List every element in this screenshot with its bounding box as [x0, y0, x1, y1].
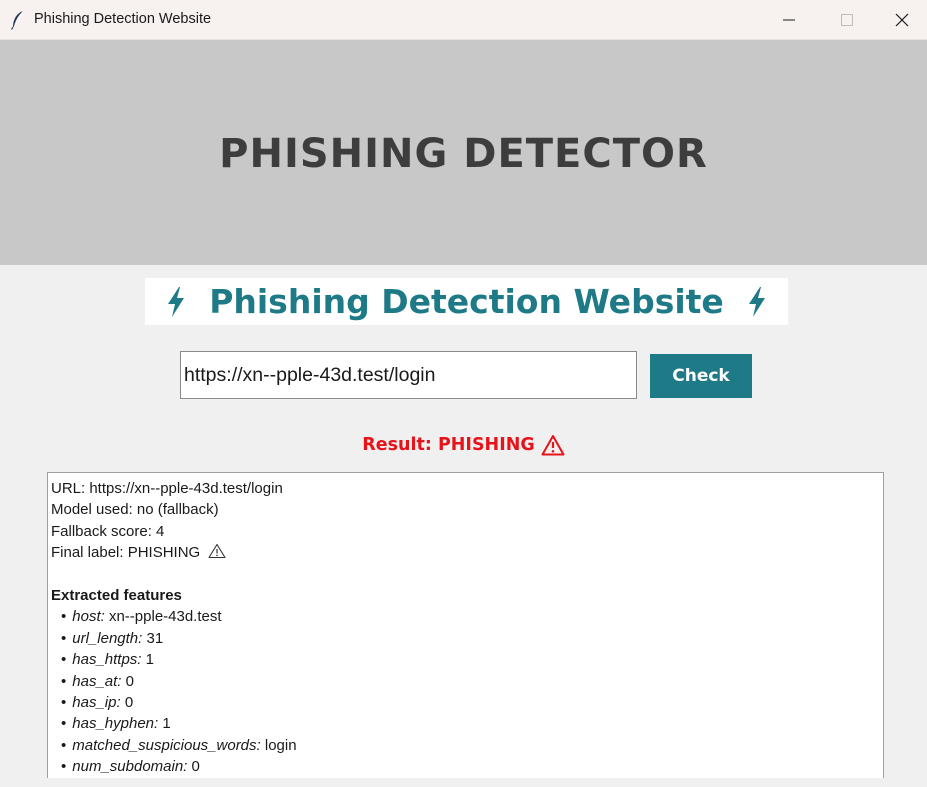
header-banner: PHISHING DETECTOR — [0, 40, 927, 265]
lightning-bolt-icon — [748, 286, 765, 317]
feature-item: • has_at: 0 — [51, 671, 883, 692]
feature-value: 0 — [124, 693, 134, 711]
detail-url-line: URL: https://xn--pple-43d.test/login — [51, 480, 283, 497]
bullet: • — [61, 672, 67, 690]
check-button[interactable]: Check — [650, 354, 752, 398]
feature-value: login — [264, 736, 297, 754]
feature-key: has_at: — [72, 672, 122, 690]
subtitle-heading: Phishing Detection Website — [145, 278, 788, 325]
url-input[interactable] — [180, 351, 637, 399]
feature-value: xn--pple-43d.test — [108, 608, 222, 626]
feature-key: url_length: — [72, 629, 143, 647]
feature-item: • matched_suspicious_words: login — [51, 735, 883, 756]
minimize-icon — [783, 19, 795, 21]
feature-value: 31 — [146, 629, 164, 647]
bullet: • — [61, 758, 67, 776]
feature-key: has_hyphen: — [72, 715, 159, 733]
bullet: • — [61, 693, 67, 711]
detail-model-line: Model used: no (fallback) — [51, 501, 219, 519]
maximize-icon — [841, 14, 853, 26]
result-text: Result: PHISHING — [362, 435, 535, 455]
warning-icon — [541, 435, 565, 456]
window-title: Phishing Detection Website — [34, 11, 212, 27]
feather-icon — [10, 10, 24, 30]
detail-label-text: Final label: PHISHING — [51, 544, 201, 562]
feature-value: 0 — [191, 758, 200, 776]
features-heading: Extracted features — [51, 586, 182, 604]
lightning-bolt-icon — [168, 286, 185, 317]
bullet: • — [61, 715, 67, 733]
feature-item: • url_length: 31 — [51, 628, 883, 649]
bullet: • — [61, 629, 67, 647]
feature-key: host: — [72, 608, 105, 626]
bullet: • — [61, 608, 67, 626]
detail-score-line: Fallback score: 4 — [51, 522, 165, 540]
feature-item: • host: xn--pple-43d.test — [51, 606, 883, 627]
details-panel[interactable]: URL: https://xn--pple-43d.test/login Mod… — [47, 472, 884, 778]
feature-value: 0 — [125, 672, 134, 690]
feature-item: • has_https: 1 — [51, 649, 883, 670]
feature-key: has_ip: — [72, 693, 121, 711]
feature-item: • num_subdomain: 0 — [51, 756, 883, 777]
bullet: • — [61, 651, 67, 669]
window-titlebar: Phishing Detection Website — [0, 0, 927, 40]
feature-item: • has_hyphen: 1 — [51, 713, 883, 734]
minimize-button[interactable] — [760, 0, 818, 40]
bullet: • — [61, 736, 67, 754]
feature-value: 1 — [162, 715, 171, 733]
warning-icon — [208, 544, 226, 559]
close-button[interactable] — [876, 0, 927, 40]
subtitle-text: Phishing Detection Website — [209, 282, 724, 321]
feature-key: num_subdomain: — [72, 758, 188, 776]
feature-item: • has_ip: 0 — [51, 692, 883, 713]
detail-label-line: Final label: PHISHING — [51, 542, 883, 563]
banner-title: PHISHING DETECTOR — [219, 130, 708, 177]
feature-key: matched_suspicious_words: — [72, 736, 261, 754]
maximize-button[interactable] — [818, 0, 876, 40]
feature-key: has_https: — [72, 651, 142, 669]
feature-value: 1 — [145, 651, 154, 669]
close-icon — [895, 13, 908, 27]
result-status: Result: PHISHING — [0, 431, 927, 459]
